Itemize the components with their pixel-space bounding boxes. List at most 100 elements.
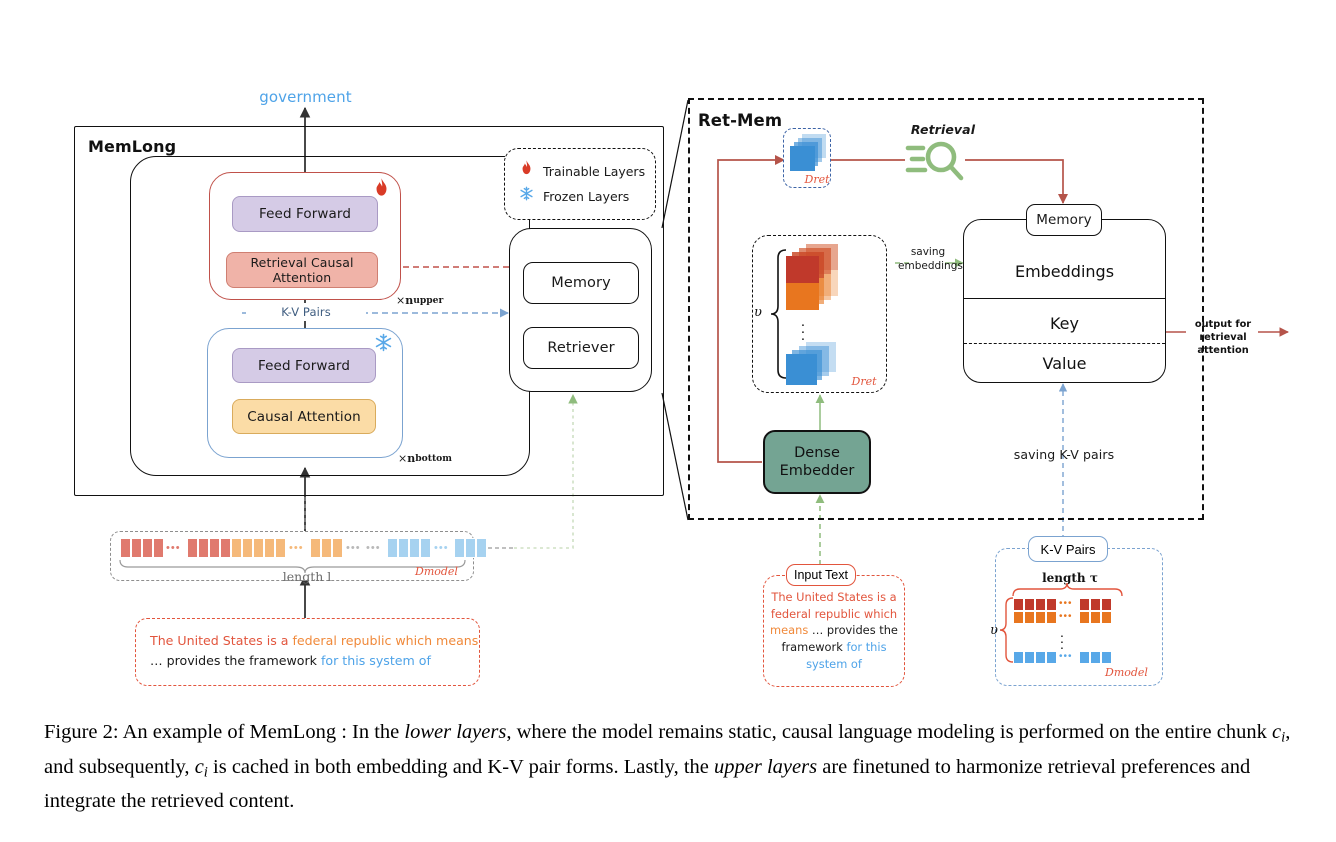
token-ellipsis: ••• [346, 542, 361, 554]
seg-orange: federal republic which means [292, 633, 479, 648]
token-ellipsis: ••• [366, 542, 381, 554]
token-ellipsis: ••• [434, 542, 449, 554]
dret-vertical-ellipsis: ... [800, 313, 806, 344]
input-mid-line3: means … provides the [770, 622, 898, 639]
token-cell [420, 538, 431, 558]
input-text-chip: Input Text [786, 564, 856, 586]
kv-cell [1090, 651, 1101, 664]
token-cell [275, 538, 286, 558]
kv-cell [1046, 598, 1057, 611]
token-cell [398, 538, 409, 558]
legend-label-frozen: Frozen Layers [543, 188, 630, 204]
input-mid-line4: framework for this [770, 639, 898, 656]
token-cell [153, 538, 164, 558]
kv-cell [1101, 651, 1112, 664]
dmodel-sub: model [1113, 665, 1148, 679]
kv-cell [1101, 598, 1112, 611]
lower-repeat-prefix: × [398, 451, 408, 465]
kv-cell [1035, 611, 1046, 624]
dense-embedder-line2: Embedder [779, 463, 855, 479]
lower-repeat-sub: bottom [415, 452, 452, 464]
input-text-left-line2: … provides the framework for this system… [150, 651, 480, 671]
token-strip: ••• ••• ••• ••• ••• [120, 538, 487, 558]
saving-embeddings-line2: embeddings [898, 260, 963, 273]
strip-dmodel-label: Dmodel [415, 563, 475, 579]
kv-cell [1035, 598, 1046, 611]
kv-pairs-chip: K-V Pairs [1028, 536, 1108, 562]
retrieval-causal-attention-block[interactable]: Retrieval Causal Attention [226, 252, 378, 288]
embedding-stack-warm [786, 244, 842, 310]
kv-dmodel-label: Dmodel [1105, 665, 1159, 679]
kv-matrix: ••• ••• ... ••• [1013, 598, 1123, 664]
token-cell [264, 538, 275, 558]
kv-cell [1024, 651, 1035, 664]
memory-box[interactable]: Memory [523, 262, 639, 304]
retriever-box[interactable]: Retriever [523, 327, 639, 369]
upper-repeat-label: × n upper [396, 292, 470, 308]
causal-attention-block[interactable]: Causal Attention [232, 399, 376, 434]
saving-embeddings-line1: saving [910, 246, 946, 258]
legend-item-frozen: Frozen Layers [505, 184, 655, 208]
caption-chunk-symbol-2: c [194, 755, 204, 778]
figure-caption: Figure 2: An example of MemLong : In the… [44, 716, 1298, 818]
kv-v-symbol: υ [990, 622, 998, 638]
caption-mid3: is cached in both embedding and K-V pair… [207, 755, 715, 778]
lower-feed-forward-block[interactable]: Feed Forward [232, 348, 376, 383]
seg: for this [846, 639, 887, 654]
token-cell [321, 538, 332, 558]
seg: federal republic which [770, 606, 898, 621]
seg: … provides the [811, 623, 898, 638]
kv-cell [1013, 651, 1024, 664]
caption-prefix: Figure 2: An example of MemLong : In the [44, 721, 405, 743]
legend-box: Trainable Layers Frozen Layers [504, 148, 656, 220]
kv-cell [1046, 651, 1057, 664]
kv-cell [1090, 611, 1101, 624]
saving-kv-pairs-label: saving K-V pairs [1013, 446, 1115, 462]
token-ellipsis: ••• [289, 542, 304, 554]
kv-cell [1079, 611, 1090, 624]
kv-cell [1013, 598, 1024, 611]
snowflake-icon [519, 186, 534, 206]
token-cell [310, 538, 321, 558]
kv-length-label: length τ [1042, 571, 1098, 585]
lower-repeat-symbol: n [407, 451, 416, 465]
input-text-left-content: The United States is a federal republic … [150, 631, 480, 670]
dmodel-symbol: D [1105, 665, 1114, 679]
token-ellipsis: ••• [166, 542, 181, 554]
upper-repeat-sub: upper [413, 294, 444, 306]
token-cell [454, 538, 465, 558]
lower-repeat-label: × n bottom [398, 450, 480, 466]
upper-repeat-prefix: × [396, 293, 406, 307]
token-cell [409, 538, 420, 558]
kv-ellipsis: ••• [1059, 651, 1073, 662]
seg: system of [806, 656, 862, 671]
caption-mid1: , where the model remains static, causal… [506, 721, 1272, 743]
dret-symbol: D [804, 172, 814, 186]
kv-ellipsis: ••• [1059, 611, 1073, 622]
memory-row-embeddings: Embeddings [1014, 261, 1115, 281]
caption-em-upper: upper layers [714, 755, 818, 778]
kv-cell [1046, 611, 1057, 624]
dense-embedder-block[interactable]: Dense Embedder [763, 430, 871, 494]
token-cell [231, 538, 242, 558]
upper-feed-forward-block[interactable]: Feed Forward [232, 196, 378, 232]
flame-icon [370, 176, 392, 200]
saving-embeddings-label: saving embeddings [898, 245, 963, 273]
kv-vertical-ellipsis: ... [1060, 624, 1064, 652]
token-cell [120, 538, 131, 558]
dret-v-symbol: υ [754, 304, 762, 320]
caption-em-lower: lower layers [404, 721, 507, 743]
seg-red: The United States is a [150, 633, 293, 648]
token-cell [209, 538, 220, 558]
token-cell [387, 538, 398, 558]
input-mid-line1: The United States is a [770, 589, 898, 606]
dret-top-label: Dret [796, 172, 838, 186]
token-cell [187, 538, 198, 558]
dense-embedder-line1: Dense [794, 444, 840, 461]
kv-cell [1024, 598, 1035, 611]
row-divider-solid [964, 298, 1165, 299]
kv-ellipsis: ••• [1059, 598, 1073, 609]
kv-pairs-arrow-label: K-V Pairs [246, 303, 366, 321]
input-mid-line2: federal republic which [770, 606, 898, 623]
token-cell [332, 538, 343, 558]
